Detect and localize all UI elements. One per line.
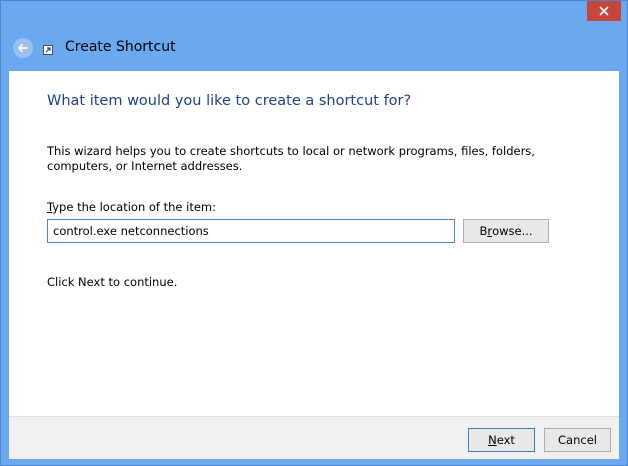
cancel-button[interactable]: Cancel: [544, 428, 611, 452]
close-button[interactable]: [587, 1, 621, 21]
wizard-heading: What item would you like to create a sho…: [47, 93, 412, 109]
browse-button[interactable]: Br owse...: [463, 219, 549, 243]
back-button[interactable]: [13, 38, 33, 58]
browse-label-pre: B: [479, 224, 488, 238]
next-button[interactable]: Next: [468, 428, 535, 452]
wizard-description: This wizard helps you to create shortcut…: [47, 144, 535, 173]
next-label-text: ext: [496, 433, 515, 447]
wizard-content: What item would you like to create a sho…: [9, 71, 619, 416]
location-label-text: ype the location of the item:: [52, 200, 217, 214]
continue-text: Click Next to continue.: [47, 275, 178, 289]
wizard-footer: Next Cancel: [9, 416, 619, 459]
next-label-accel: N: [488, 433, 497, 447]
location-label: Type the location of the item:: [47, 200, 216, 214]
close-icon: [599, 6, 609, 16]
location-input[interactable]: [47, 219, 455, 243]
window-title: Create Shortcut: [65, 39, 176, 55]
shortcut-icon: [43, 45, 53, 55]
create-shortcut-window: Create Shortcut What item would you like…: [0, 0, 628, 466]
back-arrow-icon: [17, 39, 29, 58]
browse-label-post: owse...: [492, 224, 533, 238]
title-bar: Create Shortcut: [1, 29, 627, 69]
